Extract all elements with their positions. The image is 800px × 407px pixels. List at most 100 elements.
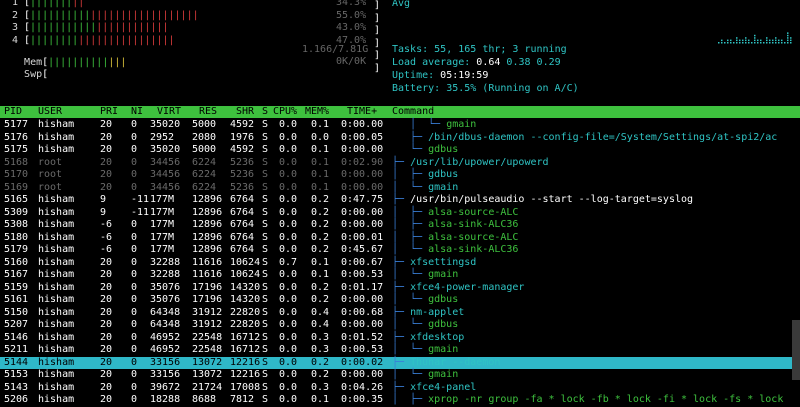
cell-time: 0:00.00 [341, 119, 384, 130]
tree-lines: │ └─ [392, 344, 429, 355]
table-row[interactable]: 5211 hisham 20 0 46952 22548 16712 S 0.0 0.3 0:00.… [0, 344, 800, 357]
table-row[interactable]: 5177 hisham 20 0 35020 5000 4592 S 0.0 0.1 0:00.00… [0, 119, 800, 132]
cell-command: gmain [428, 269, 459, 280]
graph-dot [727, 42, 729, 44]
tree-lines: ├─ [392, 381, 411, 393]
header-virt[interactable]: VIRT [157, 106, 181, 118]
cell-pri: 20 [100, 119, 113, 130]
column-header[interactable]: PID USER PRI NI VIRT RES SHR S CPU% MEM%… [0, 106, 800, 118]
cell-ni: 0 [131, 156, 138, 168]
cell-shr: 5236 [230, 181, 255, 193]
header-pri[interactable]: PRI [100, 106, 118, 118]
table-row[interactable]: 5170 root 20 0 34456 6224 5236 S 0.0 0.1 0:00.00 │ … [0, 169, 800, 182]
tree-lines: │ ├─ [392, 206, 429, 218]
table-row[interactable]: 5176 hisham 20 0 2952 2080 1976 S 0.0 0.0 0:00.05 … [0, 132, 800, 145]
cell-user: hisham [38, 344, 75, 355]
cell-mem: 0.1 [311, 169, 330, 180]
table-row[interactable]: 5207 hisham 20 0 64348 31912 22820 S 0.0 0.4 0:00.… [0, 319, 800, 332]
table-row[interactable]: 5167 hisham 20 0 32288 11616 10624 S 0.0 0.1 0:00.… [0, 269, 800, 282]
cell-user: root [38, 169, 63, 180]
header-user[interactable]: USER [38, 106, 62, 118]
cell-shr: 7812 [230, 394, 255, 405]
cell-time: 0:00.00 [341, 219, 384, 230]
header-pid[interactable]: PID [4, 106, 22, 118]
graph-dot [790, 39, 792, 42]
graph-dot [733, 42, 735, 44]
table-row[interactable]: 5180 hisham -6 0 177M 12896 6764 S 0.0 0.2 0:00.01… [0, 232, 800, 245]
table-row[interactable]: 5150 hisham 20 0 64348 31912 22820 S 0.0 0.4 0:00.… [0, 307, 800, 320]
table-row[interactable]: 5175 hisham 20 0 35020 5000 4592 S 0.0 0.1 0:00.00… [0, 144, 800, 157]
cell-pri: 20 [100, 369, 113, 380]
cell-ni: 0 [131, 381, 138, 393]
table-row[interactable]: 5143 hisham 20 0 39672 21724 17008 S 0.0 0.3 0:04.… [0, 382, 800, 395]
table-row[interactable]: 5308 hisham -6 0 177M 12896 6764 S 0.0 0.2 0:00.00… [0, 219, 800, 232]
table-row[interactable]: 5159 hisham 20 0 35076 17196 14320 S 0.0 0.2 0:01.… [0, 282, 800, 295]
table-row[interactable]: 5179 hisham -6 0 177M 12896 6764 S 0.0 0.2 0:45.67… [0, 244, 800, 257]
table-row[interactable]: 5309 hisham 9 -11 177M 12896 6764 S 0.0 0.2 0:00.0… [0, 207, 800, 220]
table-row[interactable]: 5153 hisham 20 0 33156 13072 12216 S 0.0 0.2 0:00.… [0, 369, 800, 382]
cell-res: 2080 [192, 131, 217, 143]
cell-virt: 39672 [150, 381, 181, 393]
cell-virt: 46952 [150, 331, 181, 343]
cell-ni: 0 [131, 356, 138, 368]
cpu-bar-user: ||||||||||| [30, 22, 97, 33]
table-row[interactable]: 5168 root 20 0 34456 6224 5236 S 0.0 0.1 0:02.90 ├─… [0, 157, 800, 170]
cell-pri: 20 [100, 144, 113, 155]
header-shr[interactable]: SHR [236, 106, 254, 118]
cell-ni: 0 [131, 256, 138, 268]
cell-virt: 35020 [150, 119, 181, 130]
swp-meter: Swp[ [24, 68, 49, 80]
graph-dot [781, 39, 783, 42]
table-row[interactable]: 5169 root 20 0 34456 6224 5236 S 0.0 0.1 0:00.00 │ … [0, 182, 800, 195]
cell-user: hisham [38, 331, 75, 343]
graph-dot [739, 39, 741, 42]
cell-s: S [262, 119, 269, 130]
load-label: Load average: [392, 57, 477, 68]
cell-cpu: 0.0 [279, 281, 298, 293]
cell-s: S [262, 356, 269, 368]
cell-command: alsa-source-ALC [428, 206, 519, 218]
scrollbar[interactable] [792, 320, 800, 380]
table-row[interactable]: 5144 hisham 20 0 33156 13072 12216 S 0.0 0.2 0:00.… [0, 356, 800, 369]
header-ni[interactable]: NI [131, 106, 143, 118]
swp-value: 0K/0K [336, 56, 367, 67]
cell-ni: 0 [131, 231, 138, 243]
table-row[interactable]: 5206 hisham 20 0 18288 8688 7812 S 0.0 0.1 0:00.35… [0, 394, 800, 407]
cell-pid: 5161 [4, 294, 29, 305]
table-row[interactable]: 5146 hisham 20 0 46952 22548 16712 S 0.0 0.3 0:01.… [0, 332, 800, 345]
graph-dot [775, 42, 777, 44]
header-state[interactable]: S [262, 106, 268, 118]
cell-command: gdbus [428, 169, 459, 180]
cell-s: S [262, 194, 269, 205]
header-mem[interactable]: MEM% [305, 106, 329, 118]
cell-mem: 0.2 [311, 356, 330, 368]
tree-lines: │ └─ [392, 244, 429, 255]
cell-time: 0:45.67 [341, 244, 384, 255]
header-command[interactable]: Command [392, 106, 434, 118]
process-list[interactable]: 5177 hisham 20 0 35020 5000 4592 S 0.0 0.1 0:00.00… [0, 119, 800, 407]
graph-dot [787, 39, 789, 42]
table-row[interactable]: 5165 hisham 9 -11 177M 12896 6764 S 0.0 0.2 0:47.7… [0, 194, 800, 207]
cell-shr: 14320 [230, 281, 261, 293]
cell-shr: 4592 [230, 144, 255, 155]
cell-mem: 0.4 [311, 306, 330, 318]
cell-ni: 0 [131, 269, 138, 280]
tree-lines: ├─ [392, 131, 429, 143]
cell-time: 0:00.02 [341, 356, 384, 368]
cpu-meter-3: 3 [||||||||||||||||||||||| [12, 22, 169, 33]
graph-dot [745, 39, 747, 42]
tree-lines: ├─ [392, 194, 411, 205]
table-row[interactable]: 5161 hisham 20 0 35076 17196 14320 S 0.0 0.2 0:00.… [0, 294, 800, 307]
cpu-meter-pct: 43.0% [336, 22, 367, 33]
cell-pri: -6 [100, 231, 113, 243]
cell-user: hisham [38, 306, 75, 318]
tree-lines: │ ├─ [392, 231, 429, 243]
cell-shr: 6764 [230, 194, 255, 205]
header-time[interactable]: TIME+ [347, 106, 377, 118]
header-res[interactable]: RES [199, 106, 217, 118]
graph-dot [760, 39, 762, 42]
table-row[interactable]: 5160 hisham 20 0 32288 11616 10624 S 0.7 0.1 0:00.… [0, 257, 800, 270]
cell-user: hisham [38, 231, 75, 243]
header-cpu[interactable]: CPU% [273, 106, 297, 118]
cpu-meter-pct: 55.0% [336, 9, 367, 21]
